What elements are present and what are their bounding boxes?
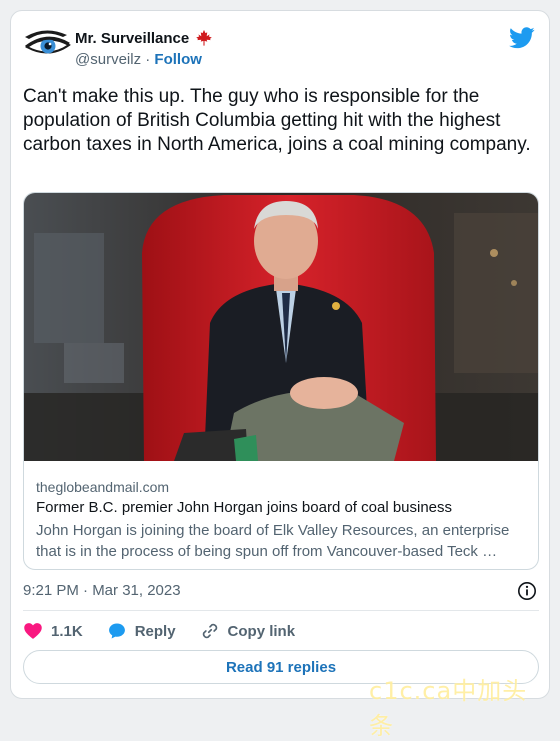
tweet-text: Can't make this up. The guy who is respo… — [23, 86, 531, 155]
article-photo — [24, 193, 538, 461]
reply-label: Reply — [134, 622, 176, 640]
maple-leaf-icon — [196, 29, 212, 46]
author-display-name[interactable]: Mr. Surveillance — [75, 30, 189, 47]
article-photo-image — [24, 193, 538, 461]
like-button[interactable]: 1.1K — [23, 621, 83, 641]
link-title[interactable]: Former B.C. premier John Horgan joins bo… — [36, 498, 526, 518]
tweet-card: Mr. Surveillance @surveilz · Follow Can'… — [10, 10, 550, 740]
timestamp-row: 9:21 PM · Mar 31, 2023 — [23, 580, 539, 602]
like-count: 1.1K — [51, 622, 83, 640]
author-handle-row: @surveilz · Follow — [75, 51, 202, 68]
avatar[interactable] — [23, 27, 71, 63]
eye-icon — [25, 30, 71, 54]
link-preview-card[interactable]: theglobeandmail.com Former B.C. premier … — [23, 192, 539, 570]
link-meta: theglobeandmail.com Former B.C. premier … — [36, 477, 526, 562]
watermark-text: c1c.ca中加头条 — [369, 677, 528, 740]
link-domain: theglobeandmail.com — [36, 479, 170, 495]
author-name-row: Mr. Surveillance — [75, 29, 213, 47]
handle-separator: · — [145, 51, 151, 68]
action-bar: 1.1K Reply Copy link — [23, 619, 319, 643]
reply-bubble-icon — [108, 623, 125, 639]
author-handle[interactable]: @surveilz — [75, 51, 141, 68]
link-icon — [202, 623, 217, 639]
reply-button[interactable]: Reply — [107, 621, 176, 641]
read-replies-label: Read 91 replies — [225, 658, 337, 676]
heart-icon — [24, 623, 42, 639]
copy-link-button[interactable]: Copy link — [200, 621, 296, 641]
copy-link-label: Copy link — [227, 622, 296, 640]
tweet-timestamp[interactable]: 9:21 PM · Mar 31, 2023 — [23, 582, 181, 599]
info-icon[interactable] — [517, 581, 537, 601]
follow-button[interactable]: Follow — [154, 51, 202, 68]
twitter-bird-icon[interactable] — [509, 27, 535, 49]
link-description: John Horgan is joining the board of Elk … — [36, 522, 510, 560]
divider — [23, 610, 539, 611]
